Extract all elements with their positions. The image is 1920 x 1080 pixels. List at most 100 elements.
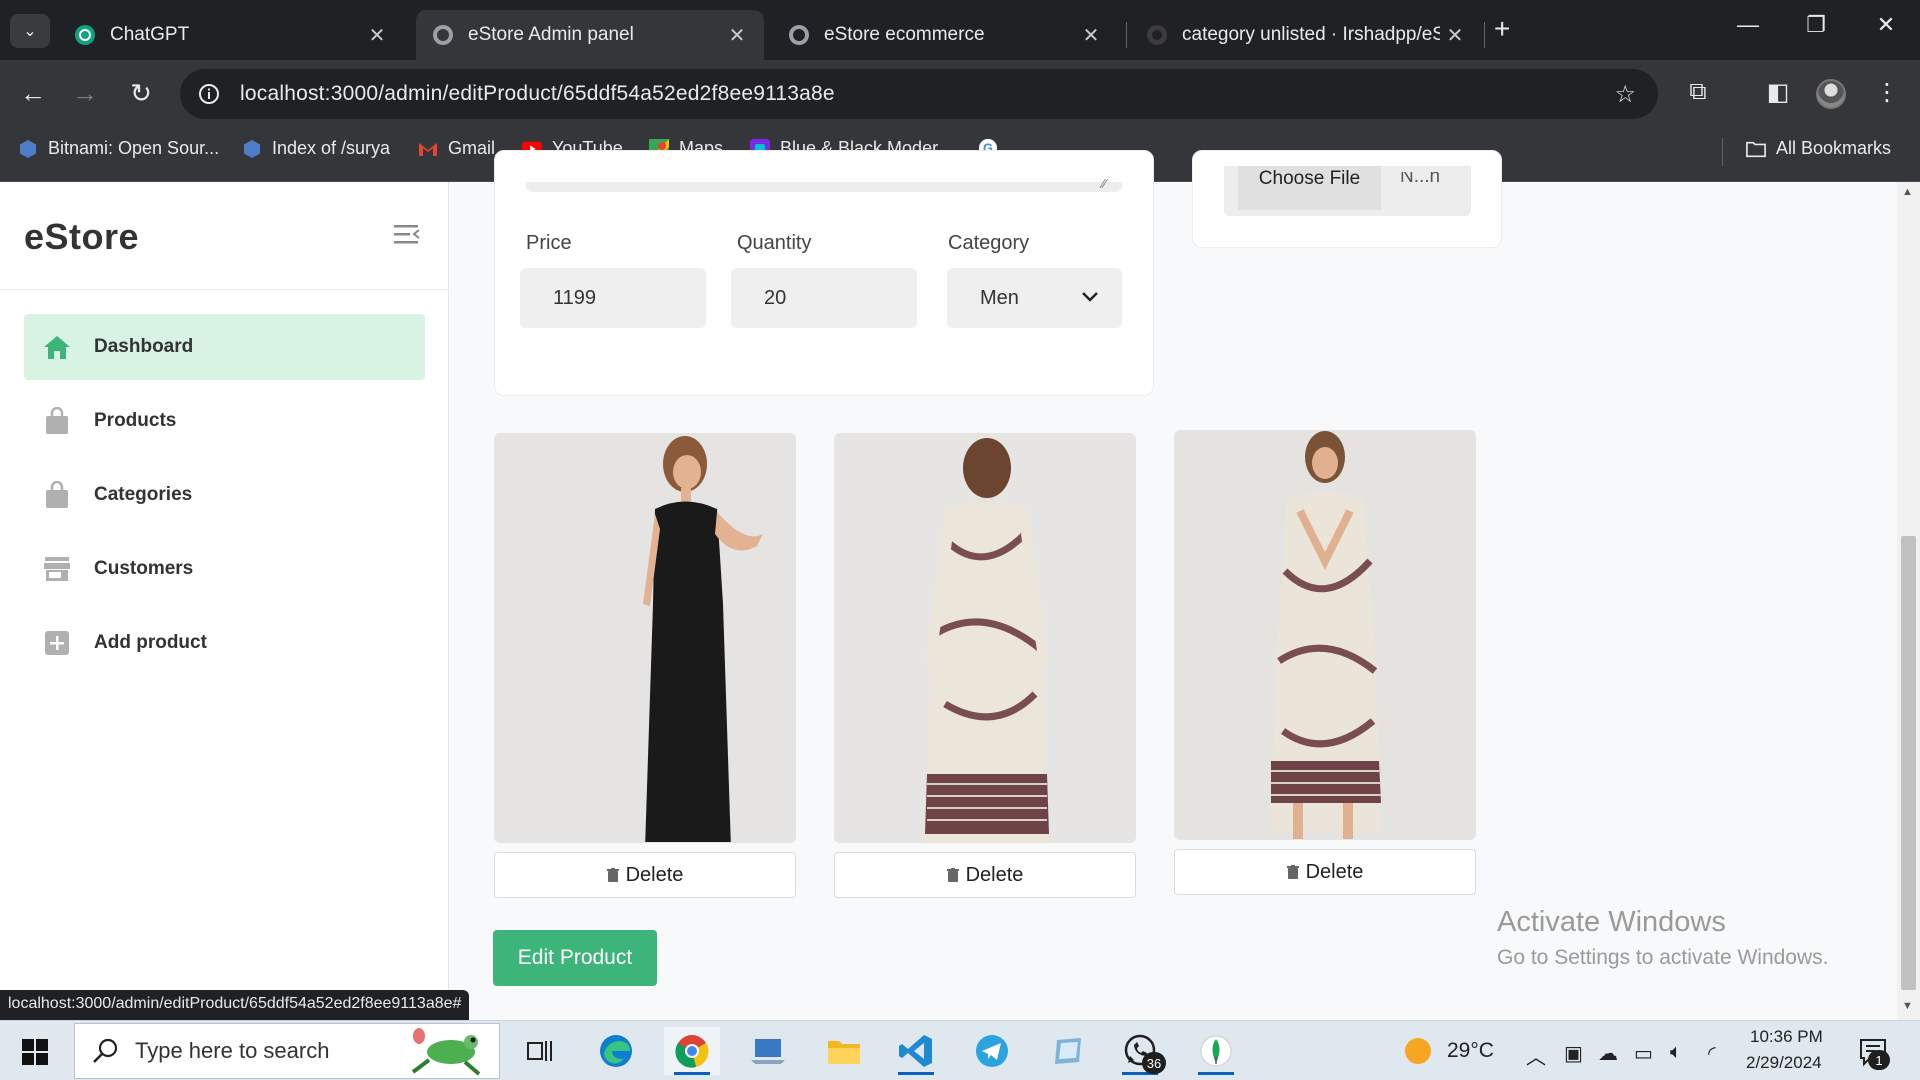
- store-icon: [42, 554, 72, 584]
- clock-date[interactable]: 2/29/2024: [1746, 1053, 1822, 1073]
- file-explorer-icon[interactable]: [816, 1027, 872, 1075]
- category-select[interactable]: Men: [947, 268, 1122, 328]
- forward-icon[interactable]: →: [68, 78, 102, 108]
- close-icon[interactable]: ✕: [1076, 23, 1106, 48]
- laptop-app-icon[interactable]: [740, 1027, 796, 1075]
- tab-title: ChatGPT: [110, 24, 190, 45]
- tab-title: eStore ecommerce: [824, 24, 985, 45]
- price-input[interactable]: 1199: [520, 268, 706, 328]
- close-icon[interactable]: ✕: [722, 23, 752, 48]
- wifi-icon[interactable]: ◜: [1708, 1041, 1716, 1066]
- restore-icon[interactable]: ❐: [1796, 12, 1836, 38]
- product-image-card: [834, 433, 1136, 843]
- delete-label: Delete: [625, 863, 684, 886]
- delete-image-button[interactable]: Delete: [1174, 849, 1476, 895]
- extensions-icon[interactable]: ⧉: [1681, 78, 1715, 106]
- description-textarea[interactable]: [526, 182, 1122, 192]
- delete-image-button[interactable]: Delete: [834, 852, 1136, 898]
- sidebar-item-label: Dashboard: [94, 336, 194, 357]
- weather-temperature[interactable]: 29°C: [1447, 1039, 1494, 1063]
- bitnami-icon: [18, 139, 38, 159]
- tab-chatgpt[interactable]: ChatGPT ✕: [58, 10, 404, 60]
- collapse-menu-icon[interactable]: [392, 222, 422, 246]
- side-panel-icon[interactable]: ◧: [1761, 78, 1795, 107]
- battery-icon[interactable]: ▭: [1634, 1041, 1653, 1066]
- task-view-icon[interactable]: [512, 1027, 568, 1075]
- meet-now-icon[interactable]: ▣: [1564, 1041, 1583, 1066]
- weather-icon[interactable]: [1396, 1031, 1436, 1076]
- mongodb-compass-icon[interactable]: [1188, 1027, 1244, 1075]
- tab-search-button[interactable]: ⌄: [10, 14, 50, 48]
- sidebar-item-label: Add product: [94, 632, 207, 653]
- tab-github[interactable]: category unlisted · Irshadpp/eSt ✕: [1130, 10, 1482, 60]
- delete-image-button[interactable]: Delete: [494, 852, 796, 898]
- telegram-icon[interactable]: [964, 1027, 1020, 1075]
- new-tab-icon[interactable]: +: [1494, 14, 1510, 44]
- browser-toolbar: ← → ↻ localhost:3000/admin/editProduct/6…: [0, 60, 1920, 126]
- sidebar-item-customers[interactable]: Customers: [24, 536, 425, 602]
- site-info-icon[interactable]: [192, 77, 226, 111]
- chatgpt-icon: [74, 24, 96, 46]
- sidebar-item-add-product[interactable]: Add product: [24, 610, 425, 676]
- github-icon: [1146, 24, 1168, 46]
- sidebar-divider: [0, 289, 449, 290]
- search-placeholder: Type here to search: [135, 1038, 330, 1063]
- chevron-down-icon: [1080, 286, 1100, 306]
- windows-start-icon[interactable]: [22, 1039, 48, 1065]
- home-icon: [42, 332, 72, 362]
- whatsapp-unread-badge: 36: [1142, 1052, 1166, 1074]
- close-icon[interactable]: ✕: [1440, 23, 1470, 48]
- close-icon[interactable]: ✕: [362, 23, 392, 48]
- more-menu-icon[interactable]: ⋮: [1870, 78, 1904, 107]
- trash-icon: [606, 868, 619, 882]
- activate-windows-subtitle: Go to Settings to activate Windows.: [1497, 946, 1829, 969]
- folder-icon: [1746, 139, 1766, 159]
- resize-handle-icon[interactable]: ⁄⁄: [1102, 176, 1106, 191]
- tab-title: category unlisted · Irshadpp/eSt: [1182, 24, 1440, 45]
- tab-estore-ecommerce[interactable]: eStore ecommerce ✕: [772, 10, 1118, 60]
- sidebar-item-label: Categories: [94, 484, 193, 505]
- quantity-input[interactable]: 20: [731, 268, 917, 328]
- address-bar[interactable]: localhost:3000/admin/editProduct/65ddf54…: [180, 69, 1658, 119]
- window-close-icon[interactable]: ✕: [1866, 12, 1906, 38]
- taskbar-search-input[interactable]: Type here to search: [74, 1023, 500, 1079]
- tab-estore-admin[interactable]: eStore Admin panel ✕: [416, 10, 764, 60]
- bookmark-bitnami[interactable]: Bitnami: Open Sour...: [18, 138, 219, 159]
- brand-logo[interactable]: eStore: [24, 216, 139, 258]
- profile-avatar[interactable]: [1816, 79, 1846, 109]
- clock-time[interactable]: 10:36 PM: [1750, 1027, 1823, 1047]
- product-image-card: [494, 433, 796, 843]
- bookmark-star-icon[interactable]: ☆: [1614, 80, 1636, 109]
- sidebar-item-label: Customers: [94, 558, 194, 579]
- edge-icon[interactable]: [588, 1027, 644, 1075]
- bookmark-label: Bitnami: Open Sour...: [48, 138, 220, 158]
- chevron-up-icon[interactable]: ︿: [1526, 1041, 1546, 1070]
- scroll-down-icon[interactable]: ▼: [1902, 1000, 1913, 1012]
- globe-icon: [432, 24, 454, 46]
- chrome-icon[interactable]: [664, 1027, 720, 1075]
- volume-icon[interactable]: 🔈︎: [1670, 1041, 1682, 1064]
- globe-icon: [788, 24, 810, 46]
- bookmark-index-surya[interactable]: Index of /surya: [242, 138, 390, 159]
- scroll-up-icon[interactable]: ▲: [1902, 186, 1913, 198]
- minimize-icon[interactable]: —: [1728, 12, 1768, 38]
- scrollbar-thumb[interactable]: [1901, 536, 1916, 990]
- bookmark-gmail[interactable]: Gmail: [418, 138, 495, 159]
- notes-app-icon[interactable]: [1040, 1027, 1096, 1075]
- onedrive-icon[interactable]: ☁: [1598, 1041, 1618, 1066]
- all-bookmarks[interactable]: All Bookmarks: [1746, 138, 1891, 159]
- sidebar-item-categories[interactable]: Categories: [24, 462, 425, 528]
- sidebar-item-dashboard[interactable]: Dashboard: [24, 314, 425, 380]
- vscode-icon[interactable]: [888, 1027, 944, 1075]
- choose-file-button[interactable]: Choose File: [1238, 166, 1381, 210]
- quantity-label: Quantity: [737, 232, 812, 254]
- edit-product-button[interactable]: Edit Product: [493, 930, 657, 986]
- product-image-card: [1174, 430, 1476, 840]
- plus-square-icon: [42, 628, 72, 658]
- reload-icon[interactable]: ↻: [124, 78, 158, 108]
- trash-icon: [1286, 865, 1299, 879]
- page-scrollbar[interactable]: ▲ ▼: [1897, 182, 1920, 1020]
- sidebar-item-products[interactable]: Products: [24, 388, 425, 454]
- back-icon[interactable]: ←: [16, 78, 50, 108]
- windows-taskbar: Type here to search 29°C ︿ ▣ ☁ ▭ 🔈︎ ◜ 10…: [0, 1020, 1920, 1080]
